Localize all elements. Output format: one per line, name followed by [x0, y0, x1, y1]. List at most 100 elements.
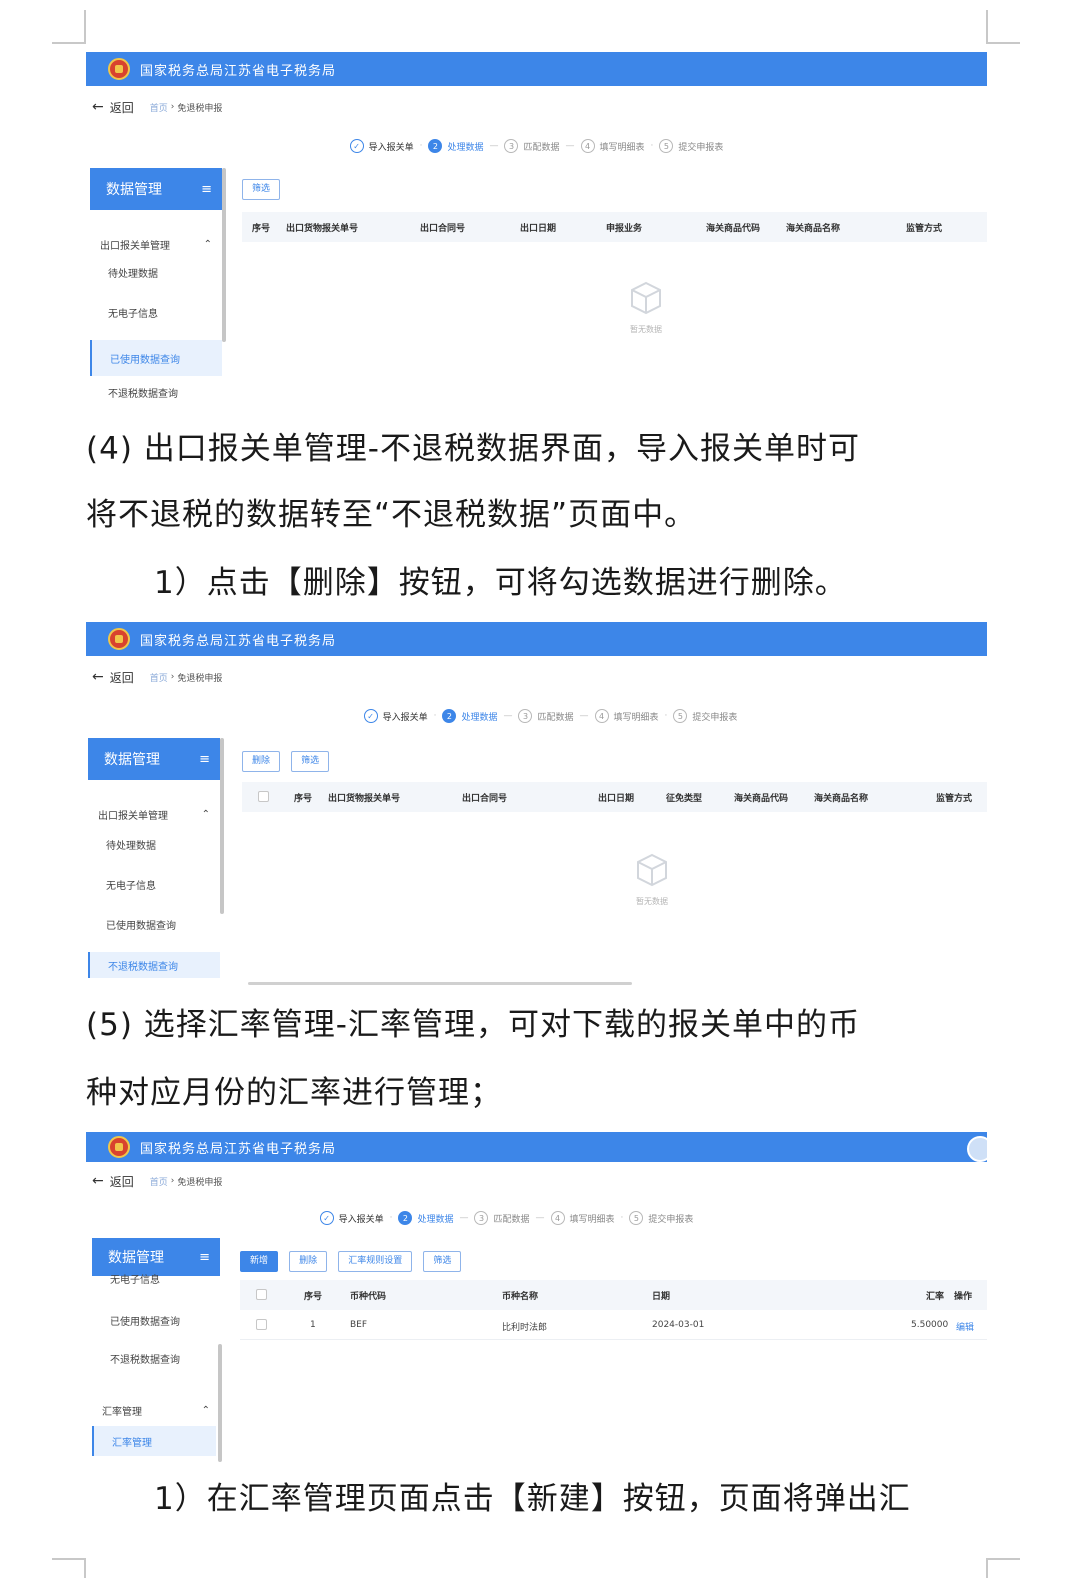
- app-title: 国家税务总局江苏省电子税务局: [140, 633, 337, 649]
- delete-button[interactable]: 删除: [289, 1251, 328, 1272]
- chevron-up-icon: ⌃: [201, 1404, 210, 1416]
- step-detail: 4 填写明细表: [580, 139, 645, 153]
- breadcrumb-home[interactable]: 首页: [150, 1175, 168, 1188]
- sidebar-item-no-refund-query[interactable]: 不退税数据查询: [88, 952, 220, 978]
- column-header: 出口日期: [598, 794, 635, 804]
- tax-emblem-icon: [108, 58, 130, 80]
- sidebar: 数据管理 ≡ 出口报关单管理 ⌃ 待处理数据 无电子信息 已使用数据查询 不退税数…: [90, 168, 222, 404]
- rate-rule-settings-button[interactable]: 汇率规则设置: [338, 1251, 413, 1272]
- column-header: 汇率: [926, 1292, 945, 1302]
- column-header: 币种代码: [350, 1292, 387, 1302]
- sidebar-group-exchange-rate[interactable]: 汇率管理 ⌃: [92, 1398, 220, 1422]
- step-bar: ✓ 导入报关单 · 2 处理数据 — 3 匹配数据 — 4 填写明细表 · 5 提交申报表: [86, 1208, 957, 1228]
- sidebar-scrollbar[interactable]: [220, 738, 224, 914]
- sidebar-header: 数据管理 ≡: [90, 168, 222, 210]
- sidebar-item-pending[interactable]: 待处理数据: [90, 260, 222, 284]
- step-match: 3 匹配数据: [518, 709, 574, 723]
- paragraph-5-step-1: 1）在汇率管理页面点击【新建】按钮，页面将弹出汇: [154, 1481, 911, 1517]
- sidebar-title: 数据管理: [104, 752, 160, 768]
- cell-currency-code: BEF: [350, 1320, 368, 1330]
- step-process: 2 处理数据: [442, 709, 497, 723]
- new-button[interactable]: 新增: [240, 1251, 279, 1272]
- sidebar-title: 数据管理: [108, 1250, 164, 1266]
- column-header: 海关商品名称: [814, 794, 869, 804]
- arrow-left-icon[interactable]: ←: [92, 669, 104, 685]
- sidebar-item-used-query[interactable]: 已使用数据查询: [90, 340, 222, 376]
- back-link[interactable]: 返回: [110, 99, 134, 116]
- sidebar-item-no-refund-query[interactable]: 不退税数据查询: [92, 1346, 220, 1370]
- column-header: 征免类型: [666, 794, 703, 804]
- breadcrumb-current: 免退税申报: [177, 1177, 223, 1188]
- main-panel: 筛选 序号 出口货物报关单号 出口合同号 出口日期 申报业务 海关商品代码 海关…: [242, 176, 987, 386]
- select-all-checkbox[interactable]: [258, 791, 269, 805]
- cell-currency-name: 比利时法郎: [502, 1323, 548, 1333]
- sidebar-item-used-query[interactable]: 已使用数据查询: [88, 912, 220, 936]
- horizontal-scrollbar[interactable]: [248, 982, 632, 985]
- paragraph-4-line-2: 将不退税的数据转至“不退税数据”页面中。: [86, 497, 697, 533]
- filter-button[interactable]: 筛选: [242, 179, 281, 200]
- filter-button[interactable]: 筛选: [291, 751, 330, 772]
- sidebar-group-export[interactable]: 出口报关单管理 ⌃: [90, 232, 222, 256]
- column-header: 海关商品代码: [734, 794, 789, 804]
- sidebar-scrollbar[interactable]: [218, 1344, 222, 1462]
- cell-index: 1: [310, 1320, 316, 1330]
- menu-icon[interactable]: ≡: [199, 1250, 210, 1265]
- column-header: 序号: [294, 794, 313, 804]
- column-header: 海关商品代码: [706, 224, 761, 234]
- column-header: 监管方式: [936, 794, 973, 804]
- column-header: 日期: [652, 1292, 671, 1302]
- column-header: 出口合同号: [420, 224, 466, 234]
- menu-icon[interactable]: ≡: [201, 182, 212, 197]
- avatar[interactable]: [967, 1136, 987, 1162]
- paragraph-4-step-1: 1）点击【删除】按钮，可将勾选数据进行删除。: [154, 565, 847, 601]
- sidebar-item-used-query[interactable]: 已使用数据查询: [92, 1308, 220, 1332]
- select-all-checkbox[interactable]: [256, 1289, 267, 1303]
- row-checkbox[interactable]: [256, 1319, 267, 1333]
- back-link[interactable]: 返回: [110, 1173, 134, 1190]
- sidebar-item-no-e-info[interactable]: 无电子信息: [90, 300, 222, 324]
- empty-state: 暂无数据: [628, 280, 664, 335]
- step-bar: ✓ 导入报关单 · 2 处理数据 — 3 匹配数据 — 4 填写明细表 · 5 提交申报表: [86, 136, 987, 156]
- sidebar-item-no-e-info[interactable]: 无电子信息: [88, 872, 220, 896]
- app-title: 国家税务总局江苏省电子税务局: [140, 1141, 337, 1157]
- step-match: 3 匹配数据: [504, 139, 560, 153]
- sidebar: 数据管理 ≡ 出口报关单管理 ⌃ 待处理数据 无电子信息 已使用数据查询 不退税数…: [88, 738, 220, 978]
- edit-link[interactable]: 编辑: [956, 1320, 974, 1333]
- arrow-left-icon[interactable]: ←: [92, 99, 104, 115]
- tax-emblem-icon: [108, 1136, 130, 1158]
- step-check-icon: ✓: [349, 139, 364, 153]
- table-row[interactable]: 1 BEF 比利时法郎 2024-03-01 5.50000 编辑: [240, 1310, 987, 1340]
- table-header: 序号 币种代码 币种名称 日期 汇率 操作: [240, 1280, 987, 1310]
- empty-label: 暂无数据: [636, 897, 668, 906]
- step-submit: 5 提交申报表: [673, 709, 737, 723]
- breadcrumb-home[interactable]: 首页: [150, 671, 168, 684]
- column-header: 出口日期: [520, 224, 557, 234]
- breadcrumb-separator: ›: [170, 1176, 175, 1186]
- app-header: 国家税务总局江苏省电子税务局: [86, 52, 987, 86]
- sidebar-item-pending[interactable]: 待处理数据: [88, 832, 220, 856]
- step-detail: 4 填写明细表: [550, 1211, 615, 1225]
- breadcrumb-separator: ›: [170, 102, 175, 112]
- crop-mark-top-left: [52, 10, 86, 44]
- main-panel: 新增 删除 汇率规则设置 筛选 序号 币种代码 币种名称 日期 汇率 操作 1 …: [240, 1248, 987, 1344]
- sidebar-title: 数据管理: [106, 182, 162, 198]
- chevron-up-icon: ⌃: [203, 238, 212, 250]
- crop-mark-top-right: [986, 10, 1020, 44]
- back-link[interactable]: 返回: [110, 669, 134, 686]
- sidebar-group-export[interactable]: 出口报关单管理 ⌃: [88, 802, 220, 826]
- sidebar-item-exchange-rate[interactable]: 汇率管理: [92, 1426, 216, 1456]
- table-header: 序号 出口货物报关单号 出口合同号 出口日期 征免类型 海关商品代码 海关商品名…: [242, 782, 987, 812]
- arrow-left-icon[interactable]: ←: [92, 1173, 104, 1189]
- app-header: 国家税务总局江苏省电子税务局: [86, 1132, 987, 1162]
- paragraph-5-line-1: (5) 选择汇率管理-汇率管理，可对下载的报关单中的币: [86, 1007, 860, 1043]
- breadcrumb-home[interactable]: 首页: [150, 101, 168, 114]
- delete-button[interactable]: 删除: [242, 751, 281, 772]
- menu-icon[interactable]: ≡: [199, 752, 210, 767]
- sidebar-scrollbar[interactable]: [222, 168, 226, 342]
- screenshot-exchange-rate: 国家税务总局江苏省电子税务局 ← 返回 首页 › 免退税申报 ✓ 导入报关单 · …: [86, 1132, 987, 1464]
- empty-label: 暂无数据: [630, 325, 662, 334]
- step-import: ✓ 导入报关单: [349, 139, 414, 153]
- sidebar-item-no-e-info[interactable]: 无电子信息: [92, 1270, 220, 1286]
- sidebar-item-no-refund-query[interactable]: 不退税数据查询: [90, 380, 222, 404]
- filter-button[interactable]: 筛选: [423, 1251, 462, 1272]
